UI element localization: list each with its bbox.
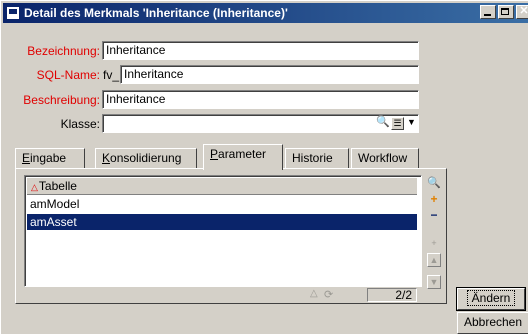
sort-triangle-icon: △ xyxy=(31,182,38,192)
tab-eingabe-accel: E xyxy=(22,151,31,165)
zoom-icon[interactable]: 🔍 xyxy=(376,117,390,130)
bezeichnung-label: Bezeichnung: xyxy=(27,44,100,58)
list-icon[interactable]: ☰ xyxy=(391,117,404,130)
klasse-field[interactable] xyxy=(102,114,419,133)
minimize-button[interactable] xyxy=(480,5,496,19)
scroll-down-icon[interactable]: ▼ xyxy=(427,275,441,289)
table-header-label: Tabelle xyxy=(38,179,77,193)
klasse-label: Klasse: xyxy=(60,117,100,131)
beschreibung-label: Beschreibung: xyxy=(23,93,100,107)
tab-konsolidierung-label: onsolidierung xyxy=(110,151,182,165)
remove-icon[interactable]: − xyxy=(427,209,441,223)
sort-up-icon[interactable]: △ xyxy=(310,288,318,299)
dropdown-arrow-icon[interactable]: ▼ xyxy=(405,117,418,130)
table-row-selected[interactable]: amAsset xyxy=(27,214,417,230)
change-button[interactable]: Ändern xyxy=(456,287,526,311)
window-title: Detail des Merkmals 'Inheritance (Inheri… xyxy=(24,6,288,20)
tab-workflow[interactable]: Workflow xyxy=(351,148,419,169)
tab-historie[interactable]: Historie xyxy=(285,148,349,169)
add-grey-icon[interactable]: + xyxy=(427,237,441,251)
add-icon[interactable]: + xyxy=(427,193,441,207)
sqlname-prefix: fv_ xyxy=(103,68,120,82)
change-button-label: Ändern xyxy=(466,290,516,306)
beschreibung-field[interactable]: Inheritance xyxy=(102,90,419,109)
window-controls: ✕ xyxy=(478,5,528,19)
tab-eingabe[interactable]: Eingabe xyxy=(15,148,85,169)
detail-window: Detail des Merkmals 'Inheritance (Inheri… xyxy=(0,0,529,335)
tab-konsolidierung-accel: K xyxy=(102,151,111,165)
table-side-buttons: 🔍 + − + ▲ ▼ xyxy=(425,175,442,289)
tab-parameter-accel: P xyxy=(210,147,219,161)
tab-parameter[interactable]: Parameter xyxy=(203,144,283,170)
cancel-button[interactable]: Abbrechen xyxy=(457,312,528,334)
table-header[interactable]: △Tabelle xyxy=(27,178,417,195)
sqlname-label: SQL-Name: xyxy=(36,68,100,82)
tab-parameter-label: arameter xyxy=(218,147,267,161)
bezeichnung-field[interactable]: Inheritance xyxy=(102,41,419,60)
tab-konsolidierung[interactable]: Konsolidierung xyxy=(95,148,197,169)
parameter-table: △Tabelle amModel amAsset xyxy=(24,175,422,287)
sqlname-field[interactable]: Inheritance xyxy=(120,65,419,84)
table-row[interactable]: amModel xyxy=(27,196,417,212)
close-button[interactable]: ✕ xyxy=(516,5,528,19)
scroll-up-icon[interactable]: ▲ xyxy=(427,253,441,267)
maximize-button[interactable] xyxy=(498,5,514,19)
row-counter: 2/2 xyxy=(367,288,417,302)
table-footer: △ ⟳ 2/2 xyxy=(24,288,422,302)
search-icon[interactable]: 🔍 xyxy=(427,177,441,191)
app-icon xyxy=(6,6,20,20)
title-bar[interactable]: Detail des Merkmals 'Inheritance (Inheri… xyxy=(3,3,528,23)
tab-eingabe-label: ingabe xyxy=(30,151,67,165)
refresh-icon[interactable]: ⟳ xyxy=(324,288,333,301)
